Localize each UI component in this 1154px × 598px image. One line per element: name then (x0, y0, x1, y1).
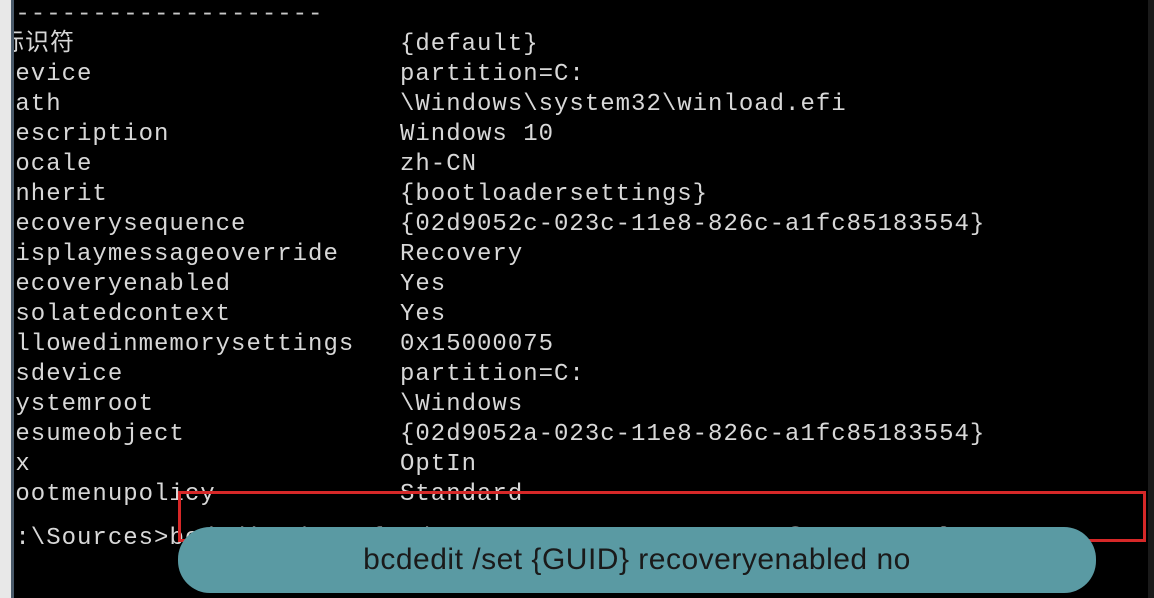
bcd-entry-value: OptIn (400, 450, 1148, 480)
bcd-entry-row: resumeobject{02d9052a-023c-11e8-826c-a1f… (0, 420, 1148, 450)
bcd-entry-value: partition=C: (400, 60, 1148, 90)
bcd-entry-value: \Windows\system32\winload.efi (400, 90, 1148, 120)
bcd-entry-value: {bootloadersettings} (400, 180, 1148, 210)
bcd-entry-label: path (0, 90, 400, 120)
bcd-entry-label: inherit (0, 180, 400, 210)
bcd-entry-row: displaymessageoverrideRecovery (0, 240, 1148, 270)
bcd-entry-label: systemroot (0, 390, 400, 420)
bcd-entry-row: systemroot\Windows (0, 390, 1148, 420)
bcd-entry-row: nxOptIn (0, 450, 1148, 480)
bcd-entry-label: displaymessageoverride (0, 240, 400, 270)
bcd-entry-row: recoverysequence{02d9052c-023c-11e8-826c… (0, 210, 1148, 240)
bcd-entry-row: descriptionWindows 10 (0, 120, 1148, 150)
bcd-entry-label: resumeobject (0, 420, 400, 450)
bcd-entry-row: allowedinmemorysettings0x15000075 (0, 330, 1148, 360)
window-left-border (0, 0, 11, 598)
bcd-entry-row: 标识符{default} (0, 30, 1148, 60)
bcd-entry-row: isolatedcontextYes (0, 300, 1148, 330)
bcd-entry-value: Windows 10 (400, 120, 1148, 150)
bcd-entry-label: isolatedcontext (0, 300, 400, 330)
annotation-text: bcdedit /set {GUID} recoveryenabled no (363, 543, 911, 577)
bcd-entry-value: zh-CN (400, 150, 1148, 180)
bcd-entry-row: osdevicepartition=C: (0, 360, 1148, 390)
bcd-entries-list: 标识符{default}devicepartition=C:path\Windo… (0, 30, 1148, 510)
annotation-bubble: bcdedit /set {GUID} recoveryenabled no (178, 527, 1096, 593)
bcd-entry-label: locale (0, 150, 400, 180)
bcd-entry-value: Yes (400, 270, 1148, 300)
bcd-entry-value: {02d9052c-023c-11e8-826c-a1fc85183554} (400, 210, 1148, 240)
bcd-entry-label: recoveryenabled (0, 270, 400, 300)
bcd-entry-value: {default} (400, 30, 1148, 60)
section-divider: --------------------- (0, 0, 1148, 30)
bcd-entry-label: allowedinmemorysettings (0, 330, 400, 360)
bcd-entry-row: recoveryenabledYes (0, 270, 1148, 300)
bcd-entry-value: {02d9052a-023c-11e8-826c-a1fc85183554} (400, 420, 1148, 450)
bcd-entry-label: osdevice (0, 360, 400, 390)
bcd-entry-value: Recovery (400, 240, 1148, 270)
bcd-entry-label: 标识符 (0, 30, 400, 60)
bcd-entry-label: description (0, 120, 400, 150)
bcd-entry-label: device (0, 60, 400, 90)
bcd-entry-row: localezh-CN (0, 150, 1148, 180)
window-left-border-inner (11, 0, 14, 598)
bcd-entry-label: nx (0, 450, 400, 480)
bcd-entry-value: Yes (400, 300, 1148, 330)
bcd-entry-value: 0x15000075 (400, 330, 1148, 360)
prompt-path: X:\Sources> (0, 524, 169, 554)
bcd-entry-label: recoverysequence (0, 210, 400, 240)
bcd-entry-value: \Windows (400, 390, 1148, 420)
bcd-entry-row: path\Windows\system32\winload.efi (0, 90, 1148, 120)
bcd-entry-row: inherit{bootloadersettings} (0, 180, 1148, 210)
bcd-entry-row: devicepartition=C: (0, 60, 1148, 90)
bcd-entry-value: partition=C: (400, 360, 1148, 390)
